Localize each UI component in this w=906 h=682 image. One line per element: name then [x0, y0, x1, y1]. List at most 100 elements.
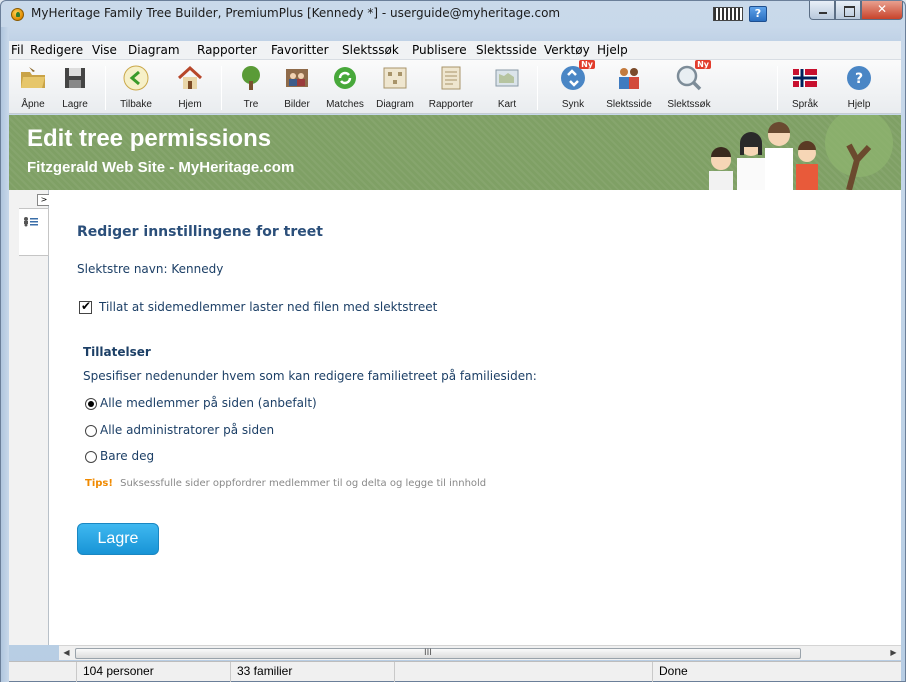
toolbar-family-site-button[interactable]: Slektsside — [601, 64, 657, 110]
menu-reports[interactable]: Rapporter — [197, 43, 257, 57]
diagram-icon — [381, 64, 409, 92]
main-content: Rediger innstillingene for treet Slektst… — [49, 190, 901, 645]
radio-all-admins[interactable] — [85, 425, 97, 437]
myheritage-app-icon[interactable] — [11, 8, 24, 21]
people-list-icon — [24, 217, 38, 227]
status-persons: 104 personer — [77, 662, 231, 682]
save-button[interactable]: Lagre — [77, 523, 159, 555]
toolbar-matches-button[interactable]: Matches — [323, 64, 367, 110]
menu-file[interactable]: Fil — [11, 43, 24, 57]
scroll-right-arrow-icon[interactable]: ▶ — [886, 646, 901, 661]
menu-diagram[interactable]: Diagram — [128, 43, 180, 57]
family-search-icon: Ny — [675, 60, 711, 92]
option-only-you-label[interactable]: Bare deg — [100, 449, 154, 463]
menu-family-site[interactable]: Slektsside — [476, 43, 537, 57]
toolbar-sync-button[interactable]: Ny Synk — [553, 60, 595, 110]
menu-edit[interactable]: Redigere — [30, 43, 83, 57]
toolbar-map-button[interactable]: Kart — [485, 64, 529, 110]
status-empty-cell — [395, 662, 653, 682]
toolbar-help-button[interactable]: ? Hjelp — [839, 64, 879, 110]
toolbar-separator — [777, 66, 778, 110]
help-icon: ? — [845, 64, 873, 92]
close-button[interactable]: ✕ — [861, 1, 903, 20]
keyboard-icon[interactable] — [713, 7, 743, 21]
tips-text: Suksessfulle sider oppfordrer medlemmer … — [120, 478, 487, 489]
option-all-members-label[interactable]: Alle medlemmer på siden (anbefalt) — [100, 396, 317, 410]
toolbar-save-button[interactable]: Lagre — [55, 64, 95, 110]
toolbar-help-label: Hjelp — [847, 99, 871, 110]
photos-icon — [283, 64, 311, 92]
toolbar-photos-label: Bilder — [284, 99, 310, 110]
status-families: 33 familier — [231, 662, 395, 682]
language-flag-icon — [791, 64, 819, 92]
close-icon: ✕ — [876, 2, 888, 16]
menu-help[interactable]: Hjelp — [597, 43, 628, 57]
sync-icon: Ny — [559, 60, 595, 92]
status-empty-cell — [9, 662, 77, 682]
banner-title: Edit tree permissions — [27, 125, 272, 152]
title-bar[interactable]: MyHeritage Family Tree Builder, PremiumP… — [1, 1, 906, 27]
radio-only-you[interactable] — [85, 451, 97, 463]
maximize-button[interactable] — [835, 1, 861, 20]
minimize-button[interactable] — [809, 1, 835, 20]
toolbar-home-button[interactable]: Hjem — [165, 64, 215, 110]
menu-family-search[interactable]: Slektssøk — [342, 43, 399, 57]
menu-tools[interactable]: Verktøy — [544, 43, 590, 57]
toolbar-family-search-label: Slektssøk — [667, 99, 711, 110]
toolbar-photos-button[interactable]: Bilder — [275, 64, 319, 110]
window-top-frame — [9, 27, 901, 41]
menu-view[interactable]: Vise — [92, 43, 117, 57]
folder-icon — [19, 64, 47, 92]
toolbar-open-button[interactable]: Åpne — [15, 64, 51, 110]
allow-download-label[interactable]: Tillat at sidemedlemmer laster ned filen… — [99, 300, 437, 314]
radio-all-members[interactable] — [85, 398, 97, 410]
side-panel: > — [9, 190, 51, 645]
horizontal-scrollbar[interactable]: ◀ III ▶ — [59, 645, 901, 660]
toolbar-back-button[interactable]: Tilbake — [111, 64, 161, 110]
family-site-icon — [615, 64, 643, 92]
toolbar-separator — [105, 66, 106, 110]
title-help-icon[interactable]: ? — [749, 6, 767, 22]
toolbar: Åpne Lagre Tilbake Hjem Tre Bilder Match… — [9, 60, 901, 114]
toolbar-diagram-button[interactable]: Diagram — [371, 64, 419, 110]
form-heading: Rediger innstillingene for treet — [77, 224, 323, 240]
toolbar-reports-button[interactable]: Rapporter — [423, 64, 479, 110]
menu-bar: Fil Redigere Vise Diagram Rapporter Favo… — [9, 41, 901, 60]
window-title: MyHeritage Family Tree Builder, PremiumP… — [31, 6, 561, 20]
option-all-admins-label[interactable]: Alle administratorer på siden — [100, 423, 274, 437]
toolbar-map-label: Kart — [497, 99, 517, 110]
toolbar-diagram-label: Diagram — [376, 99, 414, 110]
floppy-disk-icon — [61, 64, 89, 92]
header-banner: Edit tree permissions Fitzgerald Web Sit… — [9, 115, 901, 190]
home-icon — [176, 64, 204, 92]
toolbar-reports-label: Rapporter — [428, 99, 474, 110]
permissions-description: Spesifiser nedenunder hvem som kan redig… — [83, 369, 537, 383]
menu-favorites[interactable]: Favoritter — [271, 43, 329, 57]
permissions-heading: Tillatelser — [83, 345, 151, 359]
toolbar-family-search-button[interactable]: Ny Slektssøk — [661, 60, 717, 110]
menu-publish[interactable]: Publisere — [412, 43, 467, 57]
toolbar-matches-label: Matches — [326, 99, 364, 110]
status-bar: 104 personer 33 familier Done — [9, 661, 901, 682]
map-icon — [493, 64, 521, 92]
toolbar-home-label: Hjem — [178, 99, 202, 110]
side-panel-tab[interactable] — [19, 208, 49, 256]
new-badge: Ny — [579, 60, 595, 69]
toolbar-back-label: Tilbake — [120, 99, 152, 110]
toolbar-language-label: Språk — [791, 99, 819, 110]
toolbar-separator — [537, 66, 538, 110]
reports-icon — [437, 64, 465, 92]
tree-name-text: Slektstre navn: Kennedy — [77, 262, 224, 276]
tips-line: Tips! Suksessfulle sider oppfordrer medl… — [85, 478, 486, 489]
toolbar-language-button[interactable]: Språk — [785, 64, 825, 110]
toolbar-tree-button[interactable]: Tre — [231, 64, 271, 110]
toolbar-open-label: Åpne — [21, 99, 45, 110]
allow-download-checkbox[interactable] — [79, 299, 92, 314]
toolbar-save-label: Lagre — [62, 99, 88, 110]
scrollbar-thumb[interactable]: III — [75, 648, 801, 659]
new-badge: Ny — [695, 60, 711, 69]
scroll-left-arrow-icon[interactable]: ◀ — [59, 646, 74, 661]
toolbar-sync-label: Synk — [561, 99, 585, 110]
status-state: Done — [659, 664, 688, 678]
matches-icon — [331, 64, 359, 92]
